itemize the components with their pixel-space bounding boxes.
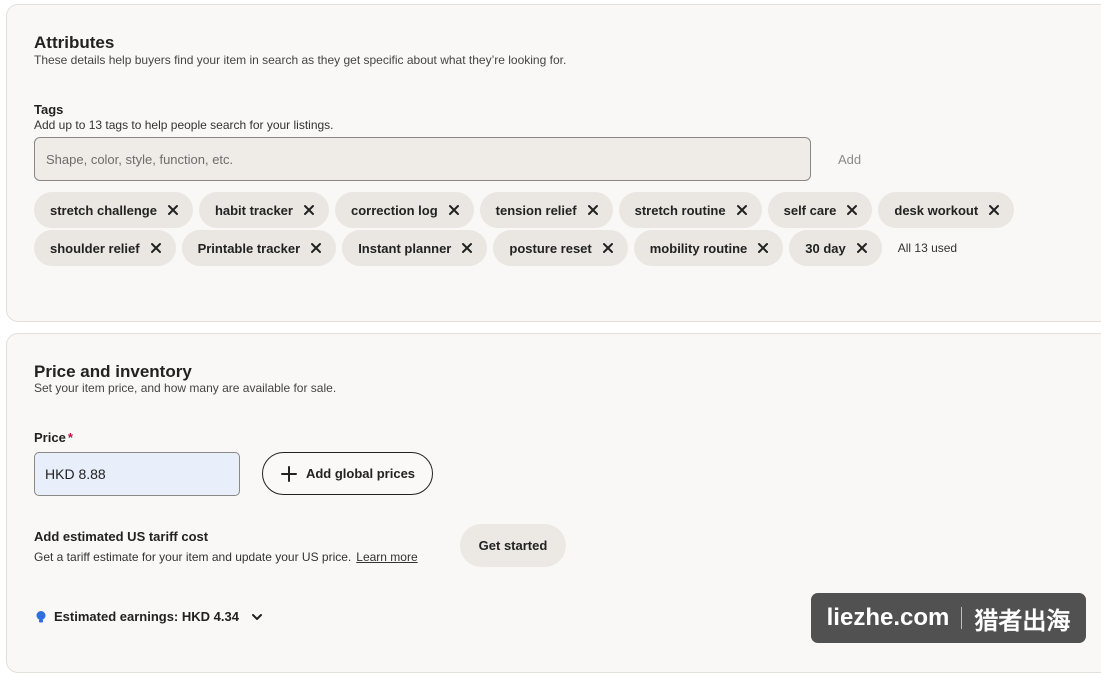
tag-list-row-2: shoulder relief Printable tracker Instant … xyxy=(34,230,957,266)
tag-chip[interactable]: desk workout xyxy=(878,192,1015,228)
watermark: liezhe.com 猎者出海 xyxy=(811,593,1086,643)
attributes-subtitle: These details help buyers find your item… xyxy=(34,53,567,67)
attributes-section: Attributes These details help buyers fin… xyxy=(6,4,1101,322)
tag-chip[interactable]: tension relief xyxy=(479,192,613,228)
close-icon[interactable] xyxy=(303,204,315,216)
tags-label: Tags xyxy=(34,102,64,117)
tag-chip-label: self care xyxy=(783,202,837,218)
required-mark: * xyxy=(67,430,73,445)
watermark-divider xyxy=(961,607,963,629)
close-icon[interactable] xyxy=(846,204,858,216)
close-icon[interactable] xyxy=(448,204,460,216)
tags-used-count: All 13 used xyxy=(897,241,958,255)
tag-chip-label: Instant planner xyxy=(358,240,452,256)
tag-chip[interactable]: stretch routine xyxy=(618,192,762,228)
tag-chip-label: habit tracker xyxy=(214,202,293,218)
tag-chip[interactable]: habit tracker xyxy=(198,192,329,228)
add-tag-button[interactable]: Add xyxy=(838,152,861,167)
tag-chip-label: desk workout xyxy=(894,202,979,218)
watermark-site: liezhe.com xyxy=(826,604,950,631)
tag-chip-label: tension relief xyxy=(495,202,577,218)
tag-chip-label: 30 day xyxy=(805,240,846,256)
tag-chip[interactable]: posture reset xyxy=(493,230,628,266)
close-icon[interactable] xyxy=(310,242,322,254)
close-icon[interactable] xyxy=(856,242,868,254)
price-label: Price * xyxy=(34,430,73,445)
close-icon[interactable] xyxy=(150,242,162,254)
tag-chip-label: Printable tracker xyxy=(197,240,301,256)
add-global-prices-button[interactable]: Add global prices xyxy=(262,452,433,495)
tag-chip[interactable]: correction log xyxy=(334,192,474,228)
learn-more-link[interactable]: Learn more xyxy=(356,550,417,564)
tag-chip-label: correction log xyxy=(350,202,438,218)
close-icon[interactable] xyxy=(757,242,769,254)
tag-list-row-1: stretch challenge habit tracker correction… xyxy=(34,192,1015,228)
price-label-text: Price xyxy=(34,430,66,445)
estimated-earnings-label: Estimated earnings: HKD 4.34 xyxy=(54,609,239,624)
lightbulb-icon xyxy=(36,610,46,622)
get-started-button[interactable]: Get started xyxy=(460,524,566,567)
close-icon[interactable] xyxy=(587,204,599,216)
close-icon[interactable] xyxy=(736,204,748,216)
tag-chip[interactable]: shoulder relief xyxy=(34,230,176,266)
tag-chip-label: posture reset xyxy=(509,240,592,256)
plus-icon xyxy=(280,465,297,482)
close-icon[interactable] xyxy=(988,204,1000,216)
tag-chip[interactable]: self care xyxy=(767,192,873,228)
tag-chip[interactable]: 30 day xyxy=(789,230,882,266)
tariff-title: Add estimated US tariff cost xyxy=(34,529,209,544)
attributes-title: Attributes xyxy=(34,33,115,52)
tag-chip-label: stretch challenge xyxy=(50,202,157,218)
tag-chip-label: shoulder relief xyxy=(50,240,140,256)
add-global-prices-label: Add global prices xyxy=(305,466,416,481)
tags-help-text: Add up to 13 tags to help people search … xyxy=(34,118,334,132)
estimated-earnings-toggle[interactable]: Estimated earnings: HKD 4.34 xyxy=(34,609,263,624)
watermark-brand: 猎者出海 xyxy=(974,606,1071,635)
tags-input[interactable] xyxy=(34,137,811,181)
price-inventory-subtitle: Set your item price, and how many are av… xyxy=(34,381,337,395)
tag-chip[interactable]: stretch challenge xyxy=(34,192,193,228)
tag-chip-label: mobility routine xyxy=(649,240,748,256)
tariff-description-text: Get a tariff estimate for your item and … xyxy=(34,550,352,564)
chevron-down-icon xyxy=(251,613,262,620)
tag-chip-label: stretch routine xyxy=(634,202,726,218)
tag-chip[interactable]: Printable tracker xyxy=(181,230,337,266)
close-icon[interactable] xyxy=(602,242,614,254)
tag-chip[interactable]: mobility routine xyxy=(633,230,784,266)
close-icon[interactable] xyxy=(167,204,179,216)
tag-chip[interactable]: Instant planner xyxy=(342,230,488,266)
price-inventory-title: Price and inventory xyxy=(34,362,192,381)
tariff-description: Get a tariff estimate for your item and … xyxy=(34,550,418,564)
close-icon[interactable] xyxy=(461,242,473,254)
price-input[interactable] xyxy=(34,452,240,496)
